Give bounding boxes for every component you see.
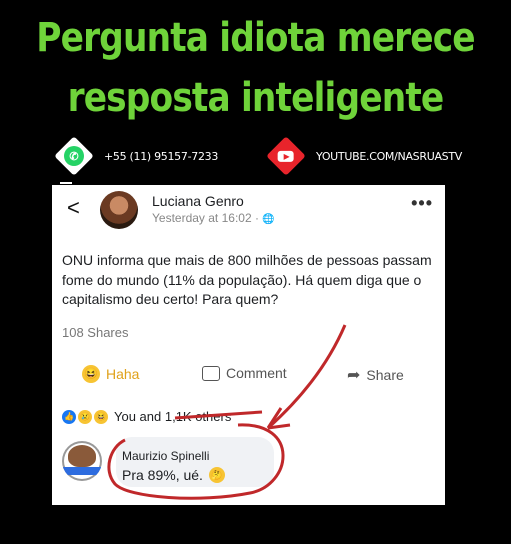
handwritten-annotation [107, 324, 347, 500]
annotation-circle [107, 423, 285, 500]
annotation-strikethrough [174, 410, 263, 420]
